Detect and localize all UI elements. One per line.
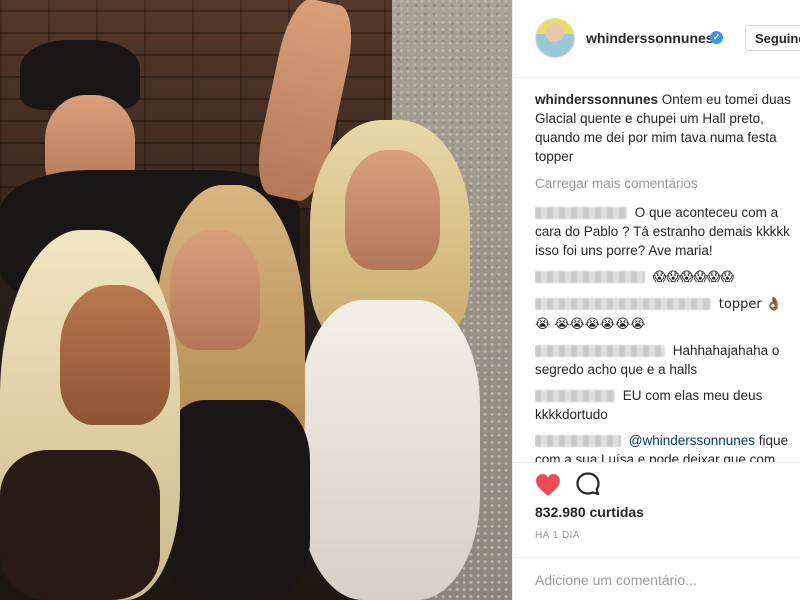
post-header: whinderssonnunes ✓ Seguindo xyxy=(513,0,800,78)
comment-text: 😱😱😱😱😱😱 xyxy=(652,270,735,285)
blurred-username[interactable] xyxy=(535,207,627,220)
blurred-username[interactable] xyxy=(535,271,645,284)
list-item: @whinderssonnunes fique com a sua Luísa … xyxy=(535,431,797,462)
avatar[interactable] xyxy=(535,18,575,58)
likes-count[interactable]: 832.980 curtidas xyxy=(535,504,644,520)
post-actions: 832.980 curtidas HÁ 1 DIA xyxy=(513,462,800,600)
header-username[interactable]: whinderssonnunes xyxy=(586,30,714,46)
post-photo[interactable] xyxy=(0,0,512,600)
verified-icon: ✓ xyxy=(710,31,723,44)
photo-white-dress xyxy=(300,300,480,600)
comment-mention[interactable]: @whinderssonnunes xyxy=(629,433,755,448)
blurred-username[interactable] xyxy=(535,345,665,358)
list-item: Hahhahajahaha o segredo acho que e a hal… xyxy=(535,341,797,379)
list-item: 😱😱😱😱😱😱 xyxy=(535,267,797,287)
blurred-username[interactable] xyxy=(535,435,621,448)
caption-username[interactable]: whinderssonnunes xyxy=(535,92,658,107)
list-item: O que aconteceu com a cara do Pablo ? Tá… xyxy=(535,203,797,260)
photo-face-right xyxy=(345,150,440,270)
caption: whinderssonnunes Ontem eu tomei duas Gla… xyxy=(535,90,797,166)
list-item: topper 👌🏾😭 😭😭😭😭😭😭 xyxy=(535,294,797,334)
photo-dark-top-left xyxy=(0,450,160,600)
photo-face-middle xyxy=(170,230,260,350)
blurred-username[interactable] xyxy=(535,298,711,311)
following-button[interactable]: Seguindo xyxy=(745,25,800,51)
photo-face-left xyxy=(60,285,170,425)
post-timestamp[interactable]: HÁ 1 DIA xyxy=(535,530,580,541)
comment-icon[interactable] xyxy=(575,471,601,497)
heart-icon[interactable] xyxy=(535,473,561,497)
load-more-comments-link[interactable]: Carregar mais comentários xyxy=(535,174,797,193)
post-side-panel: whinderssonnunes ✓ Seguindo whinderssonn… xyxy=(512,0,800,600)
add-comment-bar xyxy=(513,557,800,600)
add-comment-input[interactable] xyxy=(535,570,785,590)
list-item: EU com elas meu deus kkkkdortudo xyxy=(535,386,797,424)
photo-black-top xyxy=(160,400,310,600)
blurred-username[interactable] xyxy=(535,390,615,403)
comments-list[interactable]: whinderssonnunes Ontem eu tomei duas Gla… xyxy=(535,90,797,462)
